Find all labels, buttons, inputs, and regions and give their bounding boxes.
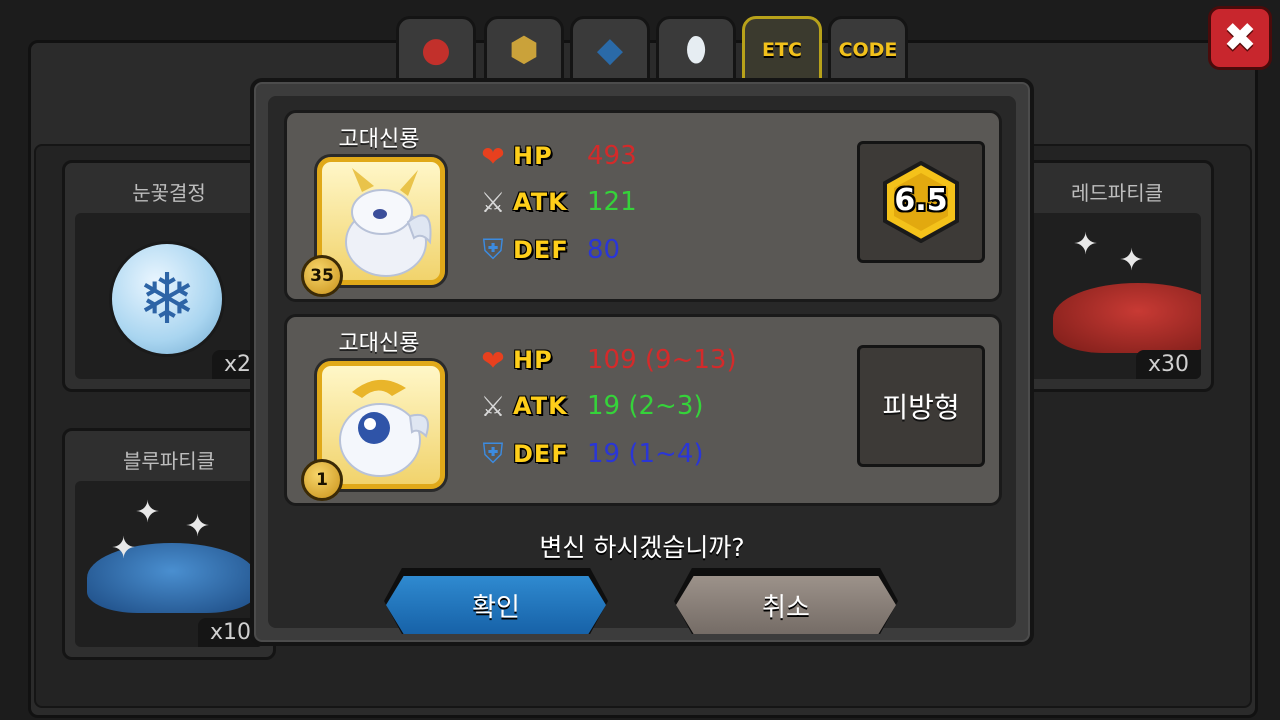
sparkle-icon: ✦ — [135, 495, 161, 530]
grade-box: 6.5 — [857, 141, 985, 263]
current-monster-card: 고대신룡 35 ❤ HP 493 ⚔ ATK 121 ⛨ DEF 80 6.5 — [284, 110, 1002, 302]
stat-value-def: 19 (1~4) — [587, 439, 704, 469]
stat-label-atk: ATK — [513, 188, 568, 216]
stat-value-def: 80 — [587, 235, 621, 265]
stat-label-hp: HP — [513, 346, 553, 374]
item-image: ✦ ✦ ✦ x10 — [75, 481, 263, 647]
result-monster-card: 고대신룡 1 ❤ HP 109 (9~13) ⚔ ATK 19 (2~3) ⛨ … — [284, 314, 1002, 506]
level-badge: 35 — [301, 255, 343, 297]
baby-dragon-icon — [339, 379, 429, 477]
tab-egg[interactable]: ⬮ — [656, 16, 736, 84]
tab-fruit[interactable]: ● — [396, 16, 476, 84]
item-name: 레드파티클 — [1071, 181, 1163, 205]
tab-label: CODE — [838, 39, 898, 61]
dialog-body: 고대신룡 35 ❤ HP 493 ⚔ ATK 121 ⛨ DEF 80 6.5 … — [268, 96, 1016, 634]
stat-hp: ❤ HP 493 — [473, 139, 637, 173]
tab-etc[interactable]: ETC — [742, 16, 822, 84]
stat-value-atk: 121 — [587, 187, 637, 217]
confirm-question: 변신 하시겠습니까? — [539, 533, 745, 562]
sparkle-icon: ✦ — [1073, 227, 1099, 262]
tab-code[interactable]: CODE — [828, 16, 908, 84]
item-quantity: x30 — [1135, 350, 1201, 379]
tab-feather[interactable]: ◆ — [570, 16, 650, 84]
stat-label-hp: HP — [513, 142, 553, 170]
stat-label-def: DEF — [513, 236, 569, 264]
stat-def: ⛨ DEF 19 (1~4) — [473, 437, 704, 471]
heart-icon: ❤ — [481, 343, 505, 377]
swords-icon: ⚔ — [480, 185, 506, 219]
monster-name: 고대신룡 — [338, 331, 420, 356]
item-image: ❄ x2 — [75, 213, 263, 379]
snowflake-icon: ❄ — [109, 241, 225, 357]
grade-badge: 6.5 — [882, 160, 960, 244]
stat-label-def: DEF — [513, 440, 569, 468]
fruit-icon: ● — [421, 30, 451, 70]
swords-icon: ⚔ — [480, 389, 506, 423]
item-blue-particle[interactable]: 블루파티클 ✦ ✦ ✦ x10 — [62, 428, 276, 660]
red-powder-icon — [1053, 283, 1201, 353]
stat-atk: ⚔ ATK 19 (2~3) — [473, 389, 704, 423]
monster-type: 피방형 — [882, 391, 960, 424]
feather-icon: ◆ — [596, 30, 624, 70]
item-snow-crystal[interactable]: 눈꽃결정 ❄ x2 — [62, 160, 276, 392]
tab-nugget[interactable]: ⬢ — [484, 16, 564, 84]
dragon-icon — [345, 168, 432, 277]
type-box: 피방형 — [857, 345, 985, 467]
transform-dialog: 고대신룡 35 ❤ HP 493 ⚔ ATK 121 ⛨ DEF 80 6.5 … — [250, 78, 1034, 646]
tab-label: ETC — [762, 39, 802, 61]
shield-icon: ⛨ — [482, 233, 504, 266]
grade-value: 6.5 — [894, 183, 948, 218]
nugget-icon: ⬢ — [509, 30, 539, 70]
egg-icon: ⬮ — [685, 30, 707, 70]
shield-icon: ⛨ — [482, 437, 504, 470]
level-badge: 1 — [301, 459, 343, 501]
monster-name: 고대신룡 — [338, 127, 420, 152]
stat-label-atk: ATK — [513, 392, 568, 420]
stat-hp: ❤ HP 109 (9~13) — [473, 343, 737, 377]
sparkle-icon: ✦ — [111, 531, 137, 566]
heart-icon: ❤ — [481, 139, 505, 173]
stat-value-hp: 109 (9~13) — [587, 345, 737, 375]
stat-value-hp: 493 — [587, 141, 637, 171]
sparkle-icon: ✦ — [1119, 243, 1145, 278]
stat-atk: ⚔ ATK 121 — [473, 185, 637, 219]
cancel-button[interactable]: 취소 — [676, 576, 896, 634]
sparkle-icon: ✦ — [185, 509, 211, 544]
item-image: ✦ ✦ x30 — [1013, 213, 1201, 379]
stat-def: ⛨ DEF 80 — [473, 233, 620, 267]
item-name: 눈꽃결정 — [132, 181, 206, 205]
close-icon: ✖ — [1223, 15, 1257, 61]
confirm-button[interactable]: 확인 — [386, 576, 606, 634]
close-button[interactable]: ✖ — [1208, 6, 1272, 70]
stat-value-atk: 19 (2~3) — [587, 391, 704, 421]
item-name: 블루파티클 — [123, 449, 215, 473]
